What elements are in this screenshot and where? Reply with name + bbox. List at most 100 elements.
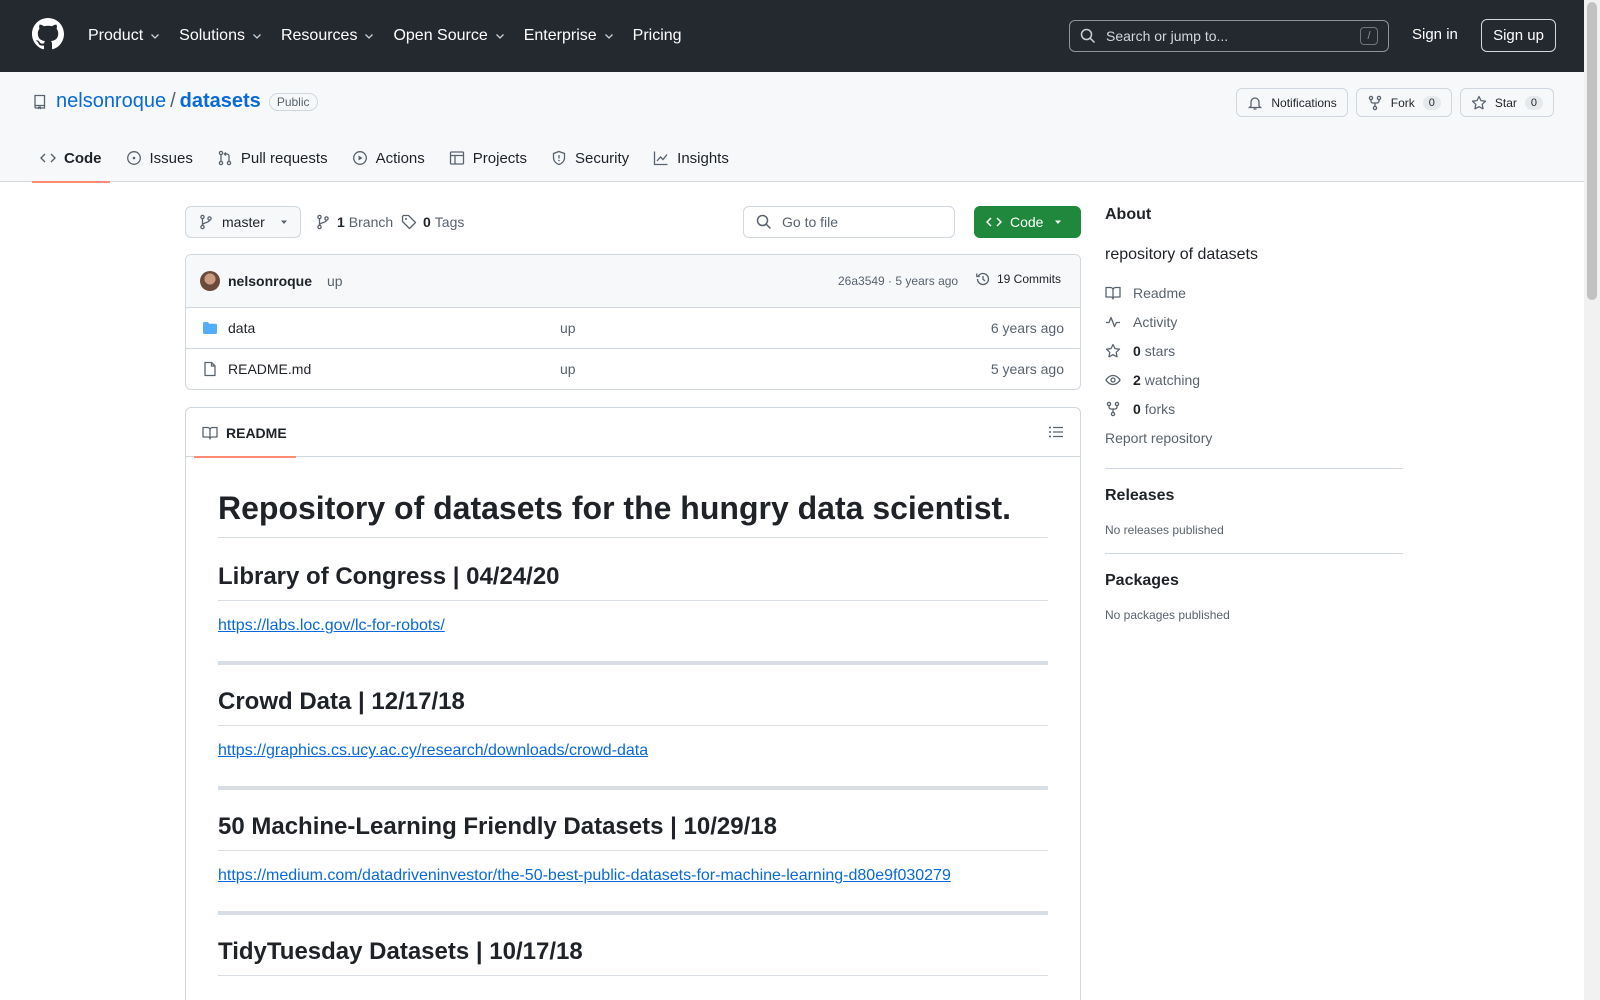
nav-resources-label: Resources [280,27,358,44]
file-name-link[interactable]: data [228,320,255,336]
fork-button[interactable]: Fork 0 [1355,88,1452,117]
repo-tabs: Code Issues Pull requests Actions Projec… [32,134,745,183]
readme-link[interactable]: Readme [1105,278,1403,307]
packages-heading[interactable]: Packages [1105,572,1403,590]
history-icon [976,272,990,286]
repo-path-separator: / [170,90,176,112]
divider [218,661,1048,666]
tab-security-label: Security [574,149,630,167]
repo-header: nelsonroque / datasets Public Notificati… [0,72,1584,183]
file-browser: nelsonroque up 26a3549 · 5 years ago 19 … [185,254,1081,390]
repo-owner-link[interactable]: nelsonroque [56,90,166,113]
search-placeholder: Search or jump to... [1106,28,1229,44]
nav-solutions-label: Solutions [179,27,245,44]
file-commit-message[interactable]: up [560,320,576,336]
code-dropdown-button[interactable]: Code [974,206,1081,238]
sign-in-link[interactable]: Sign in [1412,26,1458,43]
tab-readme[interactable]: README [194,408,296,458]
tab-insights-label: Insights [677,149,729,167]
notifications-button[interactable]: Notifications [1236,88,1348,117]
chevron-down-icon [495,34,504,39]
go-to-file-input[interactable]: Go to file [743,206,955,238]
notifications-label: Notifications [1271,95,1337,110]
nav-solutions[interactable]: Solutions [179,27,263,45]
commit-hash-link[interactable]: 26a3549 · 5 years ago [838,274,958,288]
forks-link[interactable]: 0 forks [1105,394,1403,423]
tab-security[interactable]: Security [543,134,637,182]
tab-actions[interactable]: Actions [344,134,433,182]
github-logo-icon[interactable] [32,18,64,50]
repo-description: repository of datasets [1105,246,1258,263]
readme-link[interactable]: https://graphics.cs.ucy.ac.cy/research/d… [218,742,648,760]
readme-link[interactable]: https://medium.com/datadriveninvestor/th… [218,867,951,885]
report-repository-link[interactable]: Report repository [1105,423,1403,452]
watching-link[interactable]: 2 watching [1105,365,1403,394]
file-name-link[interactable]: README.md [228,361,311,377]
commit-author-link[interactable]: nelsonroque [228,273,312,289]
tag-label: Tags [434,214,465,230]
branch-icon [200,214,212,230]
visibility-badge: Public [268,92,318,111]
repo-name-link[interactable]: datasets [180,90,261,113]
stars-link[interactable]: 0 stars [1105,336,1403,365]
forks-label: forks [1144,400,1176,417]
avatar[interactable] [200,271,220,291]
global-search-input[interactable]: Search or jump to... / [1069,20,1389,52]
commits-count-label: 19 Commits [997,272,1062,286]
branch-label: Branch [348,214,394,230]
watching-label: watching [1144,371,1201,388]
go-to-file-placeholder: Go to file [782,214,839,230]
tab-code-label: Code [64,149,102,167]
activity-link[interactable]: Activity [1105,307,1403,336]
pulse-icon [1106,316,1120,327]
nav-product-label: Product [88,27,144,44]
nav-product[interactable]: Product [88,27,161,45]
file-age: 5 years ago [990,361,1064,377]
search-icon [756,214,772,230]
tab-projects[interactable]: Projects [441,134,535,182]
tab-insights[interactable]: Insights [645,134,737,182]
tab-projects-label: Projects [472,149,527,167]
readme-heading: 50 Machine-Learning Friendly Datasets | … [218,812,1048,852]
sign-up-button[interactable]: Sign up [1481,19,1556,52]
about-heading: About [1105,206,1152,223]
commit-message-link[interactable]: up [327,273,343,289]
chevron-down-icon [151,34,160,39]
caret-down-icon [1055,220,1062,224]
readme-heading: TidyTuesday Datasets | 10/17/18 [218,937,1048,977]
nav-pricing[interactable]: Pricing [633,27,682,45]
file-commit-message[interactable]: up [560,361,576,377]
commits-history-link[interactable]: 19 Commits [975,271,1061,287]
readme-title: Repository of datasets for the hungry da… [218,489,1048,539]
releases-heading[interactable]: Releases [1105,487,1403,505]
readme-link[interactable]: https://labs.loc.gov/lc-for-robots/ [218,617,445,635]
nav-enterprise-label: Enterprise [523,27,597,44]
nav-resources[interactable]: Resources [281,27,375,45]
nav-open-source-label: Open Source [393,27,488,44]
pull-request-icon [218,150,232,166]
scrollbar-thumb[interactable] [1587,2,1597,300]
global-nav: Product Solutions Resources Open Source … [88,0,700,72]
packages-empty-text: No packages published [1105,608,1230,622]
readme-heading: Library of Congress | 04/24/20 [218,562,1048,602]
table-row[interactable]: README.md up 5 years ago [186,349,1080,389]
tab-code[interactable]: Code [32,134,110,183]
folder-icon [203,322,217,334]
nav-open-source[interactable]: Open Source [393,27,505,45]
eye-icon [1105,374,1121,385]
divider [218,911,1048,916]
tab-issues[interactable]: Issues [118,134,201,182]
table-row[interactable]: data up 6 years ago [186,308,1080,349]
tab-actions-label: Actions [375,149,425,167]
list-icon[interactable] [1048,424,1064,440]
about-list: Readme Activity 0 stars 2 watching 0 for… [1105,278,1403,452]
star-button[interactable]: Star 0 [1459,88,1554,117]
nav-enterprise[interactable]: Enterprise [524,27,615,45]
branches-link[interactable]: 1 Branch [315,206,393,238]
latest-commit-bar: nelsonroque up 26a3549 · 5 years ago 19 … [186,255,1080,308]
branch-selector[interactable]: master [185,206,301,238]
tab-pull-requests[interactable]: Pull requests [209,134,336,182]
page-scrollbar[interactable] [1584,0,1600,1000]
tab-issues-label: Issues [149,149,193,167]
tags-link[interactable]: 0 Tags [401,206,464,238]
